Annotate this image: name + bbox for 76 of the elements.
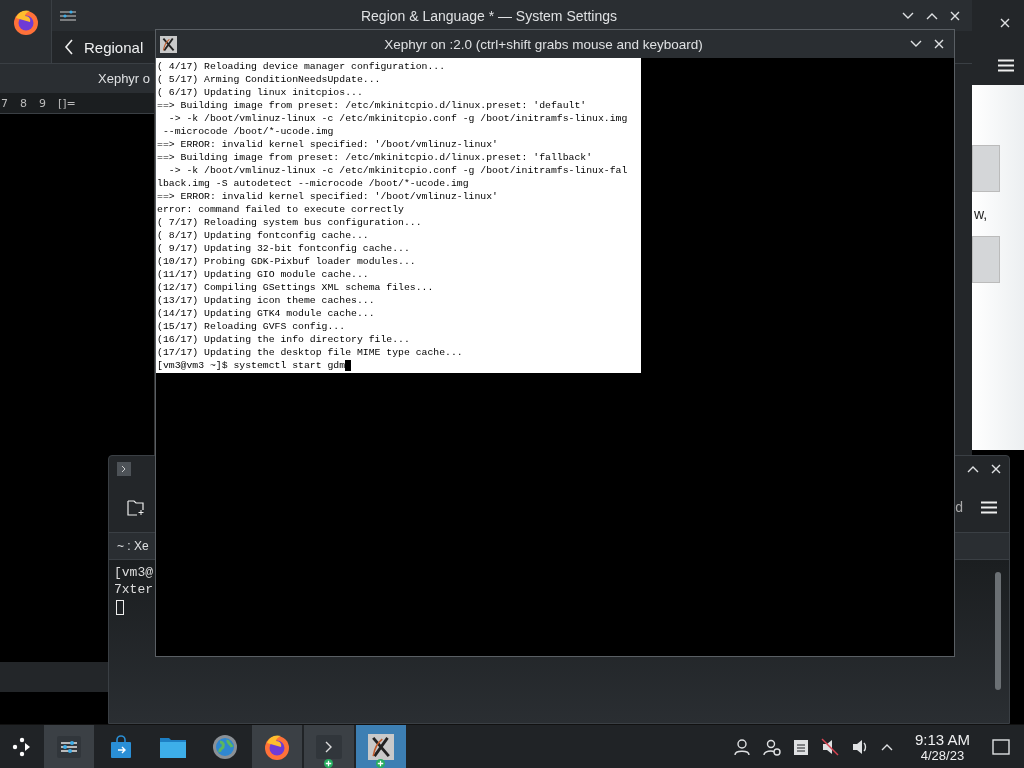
sliders-icon (56, 734, 82, 760)
volume-icon[interactable] (850, 738, 869, 756)
terminal-line: ( 4/17) Reloading device manager configuration... (157, 60, 447, 73)
terminal-line: (15/17) Reloading GVFS config... (157, 320, 347, 333)
terminal-line: (14/17) Updating GTK4 module cache... (157, 307, 376, 320)
terminal-icon (316, 735, 342, 759)
new-tab-icon[interactable] (127, 498, 145, 516)
taskbar-app[interactable] (44, 725, 94, 768)
back-icon[interactable] (64, 39, 74, 55)
terminal-line: 7xter (114, 581, 154, 598)
show-desktop-icon[interactable] (992, 739, 1010, 755)
terminal-line: --microcode /boot/*-ucode.img (161, 125, 335, 138)
clock-time[interactable]: 9:13 AM (914, 731, 970, 748)
muted-speaker-icon[interactable] (820, 738, 839, 756)
terminal-line: ( 6/17) Updating linux initcpios... (157, 86, 364, 99)
terminal-line: -> -k /boot/vmlinuz-linux -c /etc/mkinitcpio.conf -g /boot/initramfs-linux-fal (167, 164, 629, 177)
close-icon[interactable] (1000, 17, 1010, 28)
terminal-line: error: command failed to execute correctly (157, 203, 405, 216)
terminal-line: (13/17) Updating icon theme caches... (157, 294, 376, 307)
firefox-icon (11, 8, 40, 36)
window-title: Xephyr on :2.0 (ctrl+shift grabs mouse and keyboard) (383, 36, 704, 52)
close-icon[interactable] (950, 10, 960, 21)
terminal-line: ==> ERROR: invalid kernel specified: '/boot/vmlinuz-linux' (157, 190, 499, 203)
folder-icon (159, 735, 187, 759)
taskbar-app[interactable] (356, 725, 406, 768)
terminal-line: ==> Building image from preset: /etc/mkinitcpio.d/linux.preset: 'fallback' (157, 151, 594, 164)
window-title: Region & Language * — System Settings (359, 7, 618, 24)
terminal-line: (12/17) Compiling GSettings XML schema files... (157, 281, 435, 294)
taskbar-app[interactable] (252, 725, 302, 768)
taskbar-app[interactable] (304, 725, 354, 768)
terminal-line: ( 9/17) Updating 32-bit fontconfig cache... (157, 242, 411, 255)
terminal-line: ( 7/17) Reloading system bus configuration... (157, 216, 423, 229)
terminal-line: lback.img -S autodetect --microcode /boot/*-ucode.img (157, 177, 470, 190)
cursor (345, 360, 352, 371)
tab-label[interactable]: ~ : Xe (117, 539, 149, 553)
tab-label[interactable]: Xephyr o (98, 71, 151, 86)
terminal-icon (117, 462, 131, 476)
tray-expand-icon[interactable] (880, 743, 893, 751)
sliders-icon (60, 8, 76, 23)
terminal-line: -> -k /boot/vmlinuz-linux -c /etc/mkinitcpio.conf -g /boot/initramfs-linux.img (167, 112, 629, 125)
terminal-line: [vm3@ (114, 564, 154, 581)
minimize-icon[interactable] (902, 11, 914, 20)
firefox-icon (263, 733, 291, 761)
minimize-icon[interactable] (910, 40, 922, 48)
key-label: []= (58, 96, 76, 110)
scrollbar[interactable] (995, 572, 1001, 690)
menu-icon[interactable] (998, 58, 1014, 72)
terminal-line: (16/17) Updating the info directory file... (157, 333, 411, 346)
terminal-line: (17/17) Updating the desktop file MIME type cache... (157, 346, 464, 359)
cursor (116, 600, 124, 615)
user-icon[interactable] (732, 738, 751, 756)
command-prompt: [vm3@vm3 ~]$ systemctl start gdm (157, 359, 346, 372)
terminal-line: ( 5/17) Arming ConditionNeedsUpdate... (157, 73, 382, 86)
maximize-icon[interactable] (967, 465, 979, 473)
clipboard-icon[interactable] (792, 738, 809, 756)
maximize-icon[interactable] (926, 11, 938, 20)
page-title: Regional (84, 38, 144, 56)
key-label: 7 (1, 96, 8, 110)
shopping-bag-icon (108, 734, 134, 760)
globe-icon (212, 734, 238, 760)
menu-icon[interactable] (981, 500, 997, 514)
switch-user-icon[interactable] (762, 738, 781, 756)
close-icon[interactable] (934, 39, 944, 49)
x-logo-icon (368, 734, 394, 760)
body-text: w, (973, 206, 989, 222)
toolbar-label: d (955, 499, 963, 515)
clock-date[interactable]: 4/28/23 (920, 748, 965, 763)
x-logo-icon (160, 35, 177, 53)
terminal-line: ==> ERROR: invalid kernel specified: '/boot/vmlinuz-linux' (157, 138, 499, 151)
terminal-line: (10/17) Probing GDK-Pixbuf loader modules... (157, 255, 417, 268)
terminal-line: ( 8/17) Updating fontconfig cache... (157, 229, 370, 242)
key-label: 9 (39, 96, 46, 110)
close-icon[interactable] (991, 464, 1001, 474)
key-label: 8 (20, 96, 27, 110)
terminal-line: ==> Building image from preset: /etc/mkinitcpio.d/linux.preset: 'default' (157, 99, 588, 112)
terminal-line: (11/17) Updating GIO module cache... (157, 268, 370, 281)
